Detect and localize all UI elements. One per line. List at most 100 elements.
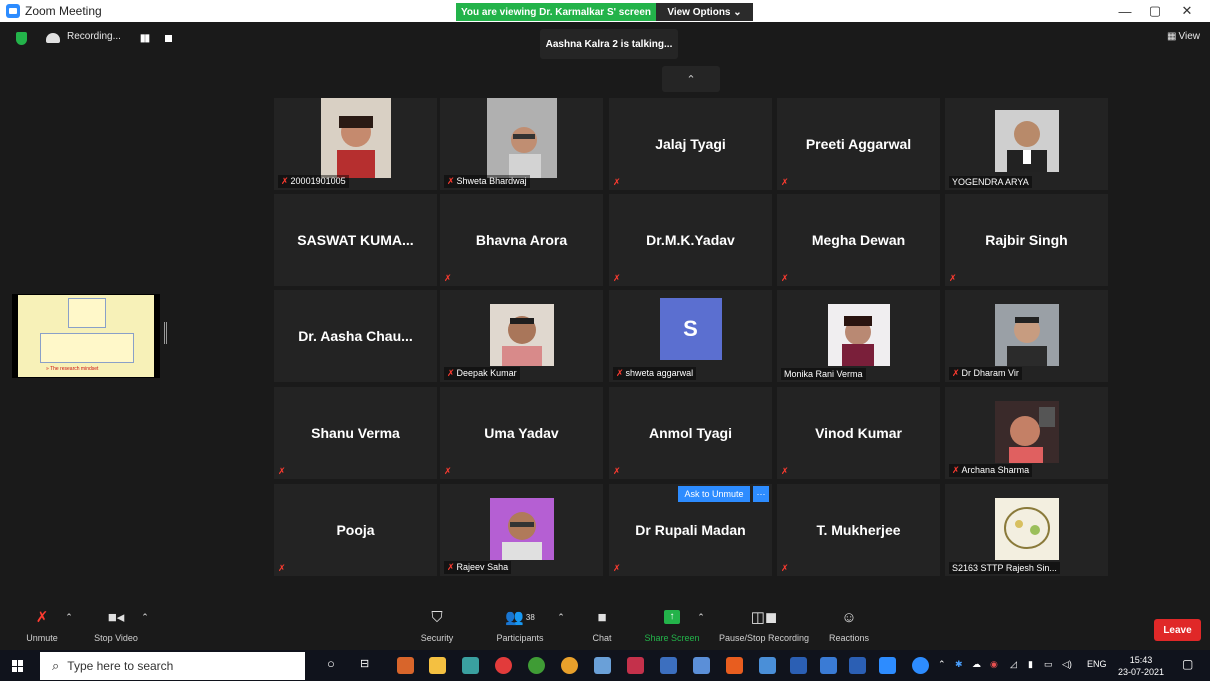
taskbar-app-icon[interactable] bbox=[726, 657, 743, 674]
participant-tile[interactable]: Bhavna Arora ✗ bbox=[440, 194, 603, 286]
participant-tile[interactable]: ✗ Rajeev Saha bbox=[440, 484, 603, 576]
participant-tile[interactable]: Jalaj Tyagi ✗ bbox=[609, 98, 772, 190]
participant-tile[interactable]: S2163 STTP Rajesh Sin... bbox=[945, 484, 1108, 576]
antivirus-icon[interactable]: ◉ bbox=[990, 659, 998, 670]
view-button[interactable]: ▦ View bbox=[1167, 31, 1200, 42]
meeting-toolbar: ✗ Unmute ⌃ ■◂ Stop Video ⌃ ⛉ Security 👥 3… bbox=[0, 605, 1210, 650]
participant-label: ✗ Archana Sharma bbox=[949, 464, 1033, 477]
participant-tile[interactable]: Pooja ✗ bbox=[274, 484, 437, 576]
view-options-button[interactable]: View Options ⌄ bbox=[656, 3, 753, 21]
taskbar-search-box[interactable]: ⌕ Type here to search bbox=[40, 652, 305, 680]
participant-tile[interactable]: Anmol Tyagi ✗ bbox=[609, 387, 772, 479]
participant-tile[interactable]: Preeti Aggarwal ✗ bbox=[777, 98, 940, 190]
more-options-button[interactable]: ··· bbox=[753, 486, 769, 502]
unmute-button[interactable]: ✗ Unmute bbox=[22, 605, 62, 643]
taskbar-app-icon[interactable] bbox=[759, 657, 776, 674]
pause-recording-icon[interactable]: ▮▮ bbox=[140, 33, 150, 44]
wifi-icon[interactable]: ◿ bbox=[1010, 659, 1017, 670]
participant-tile[interactable]: ✗ Dr Dharam Vir bbox=[945, 290, 1108, 382]
participant-name: Shweta Bhardwaj bbox=[456, 176, 527, 186]
taskbar-app-icon[interactable] bbox=[462, 657, 479, 674]
word-icon[interactable] bbox=[790, 657, 807, 674]
participant-tile[interactable]: Shanu Verma ✗ bbox=[274, 387, 437, 479]
taskbar-app-icon[interactable] bbox=[820, 657, 837, 674]
participant-name: Vinod Kumar bbox=[815, 425, 902, 441]
ask-to-unmute-button[interactable]: Ask to Unmute bbox=[678, 486, 750, 502]
participant-label: ✗ Dr Dharam Vir bbox=[949, 367, 1022, 380]
participants-button[interactable]: 👥 38 Participants bbox=[488, 605, 552, 643]
notifications-icon[interactable]: ▢ bbox=[1182, 657, 1193, 671]
participant-tile[interactable]: Dr. Aasha Chau... bbox=[274, 290, 437, 382]
security-button[interactable]: ⛉ Security bbox=[414, 605, 460, 644]
taskbar-app-icon[interactable] bbox=[660, 657, 677, 674]
video-options-chevron-icon[interactable]: ⌃ bbox=[138, 605, 152, 629]
chat-button[interactable]: ■ Chat bbox=[586, 605, 618, 644]
security-shield-icon[interactable] bbox=[16, 32, 27, 45]
file-explorer-icon[interactable] bbox=[429, 657, 446, 674]
participant-tile[interactable]: ✗ Shweta Bhardwaj bbox=[440, 98, 603, 190]
stop-video-button[interactable]: ■◂ Stop Video bbox=[88, 605, 144, 643]
participant-tile[interactable]: SASWAT KUMA... bbox=[274, 194, 437, 286]
participant-tile[interactable]: ✗ 20001901005 bbox=[274, 98, 437, 190]
participants-label: Participants bbox=[496, 633, 544, 643]
volume-icon[interactable]: ◁) bbox=[1062, 659, 1072, 670]
participants-chevron-icon[interactable]: ⌃ bbox=[554, 605, 568, 629]
taskbar-app-icon[interactable] bbox=[397, 657, 414, 674]
share-screen-button[interactable]: ↑ Share Screen bbox=[642, 605, 702, 643]
stop-recording-icon[interactable] bbox=[165, 35, 172, 42]
collapse-gallery-button[interactable]: ⌃ bbox=[662, 66, 720, 92]
battery-icon[interactable]: ▭ bbox=[1044, 659, 1053, 670]
bluetooth-icon[interactable]: ✱ bbox=[955, 659, 963, 670]
taskbar-app-icon[interactable] bbox=[528, 657, 545, 674]
participant-name: Shanu Verma bbox=[311, 425, 400, 441]
search-placeholder: Type here to search bbox=[67, 659, 174, 673]
onedrive-icon[interactable]: ☁ bbox=[972, 659, 981, 670]
pause-stop-recording-button[interactable]: ◫◼ Pause/Stop Recording bbox=[716, 605, 812, 643]
chrome-icon[interactable] bbox=[561, 657, 578, 674]
leave-button[interactable]: Leave bbox=[1154, 619, 1201, 641]
participant-tile[interactable]: ✗ Archana Sharma bbox=[945, 387, 1108, 479]
minimize-icon[interactable]: — bbox=[1110, 2, 1140, 20]
viewing-screen-banner: You are viewing Dr. Karmalkar S' screen bbox=[456, 3, 656, 21]
participant-tile[interactable]: S ✗ shweta aggarwal bbox=[609, 290, 772, 382]
participant-tile[interactable]: Monika Rani Verma bbox=[777, 290, 940, 382]
taskbar-app-icon[interactable] bbox=[594, 657, 611, 674]
reactions-button[interactable]: ☺ Reactions bbox=[826, 605, 872, 644]
participant-tile[interactable]: Vinod Kumar ✗ bbox=[777, 387, 940, 479]
zoom-taskbar-icon[interactable] bbox=[879, 657, 896, 674]
participant-video bbox=[486, 98, 557, 178]
taskbar-app-icon[interactable] bbox=[627, 657, 644, 674]
word-icon[interactable] bbox=[849, 657, 866, 674]
participant-tile[interactable]: T. Mukherjee ✗ bbox=[777, 484, 940, 576]
audio-options-chevron-icon[interactable]: ⌃ bbox=[62, 605, 76, 629]
shared-screen-thumbnail[interactable]: » The research mindset bbox=[12, 294, 160, 378]
language-indicator[interactable]: ENG bbox=[1087, 659, 1107, 669]
maximize-icon[interactable]: ▢ bbox=[1140, 2, 1170, 20]
mic-muted-icon: ✗ bbox=[444, 273, 452, 283]
taskbar-app-icon[interactable] bbox=[495, 657, 512, 674]
task-view-icon[interactable]: ⊟ bbox=[360, 657, 377, 674]
taskbar-clock[interactable]: 15:43 23-07-2021 bbox=[1118, 654, 1164, 678]
participant-tile[interactable]: Uma Yadav ✗ bbox=[440, 387, 603, 479]
participant-tile[interactable]: Rajbir Singh ✗ bbox=[945, 194, 1108, 286]
shared-slide-preview: » The research mindset bbox=[18, 295, 154, 377]
participant-name: T. Mukherjee bbox=[816, 522, 901, 538]
participant-tile[interactable]: Dr.M.K.Yadav ✗ bbox=[609, 194, 772, 286]
participant-tile[interactable]: Megha Dewan ✗ bbox=[777, 194, 940, 286]
tray-chevron-icon[interactable]: ⌃ bbox=[938, 659, 946, 670]
share-options-chevron-icon[interactable]: ⌃ bbox=[694, 605, 708, 629]
mic-muted-icon: ✗ bbox=[949, 273, 957, 283]
participant-tile[interactable]: ✗ Deepak Kumar bbox=[440, 290, 603, 382]
cortana-icon[interactable]: ○ bbox=[327, 656, 344, 673]
mic-muted-icon: ✗ bbox=[447, 176, 455, 186]
participant-tile[interactable]: YOGENDRA ARYA bbox=[945, 98, 1108, 190]
microphone-tray-icon[interactable]: ▮ bbox=[1028, 659, 1033, 670]
participant-label: ✗ 20001901005 bbox=[278, 175, 349, 188]
participant-name: 20001901005 bbox=[290, 176, 346, 186]
windows-start-icon[interactable] bbox=[12, 660, 24, 672]
close-icon[interactable]: ✕ bbox=[1172, 2, 1202, 20]
help-icon[interactable] bbox=[912, 657, 929, 674]
taskbar-app-icon[interactable] bbox=[693, 657, 710, 674]
grid-view-icon: ▦ bbox=[1167, 31, 1177, 42]
thumbnail-resize-handle[interactable] bbox=[164, 322, 167, 344]
